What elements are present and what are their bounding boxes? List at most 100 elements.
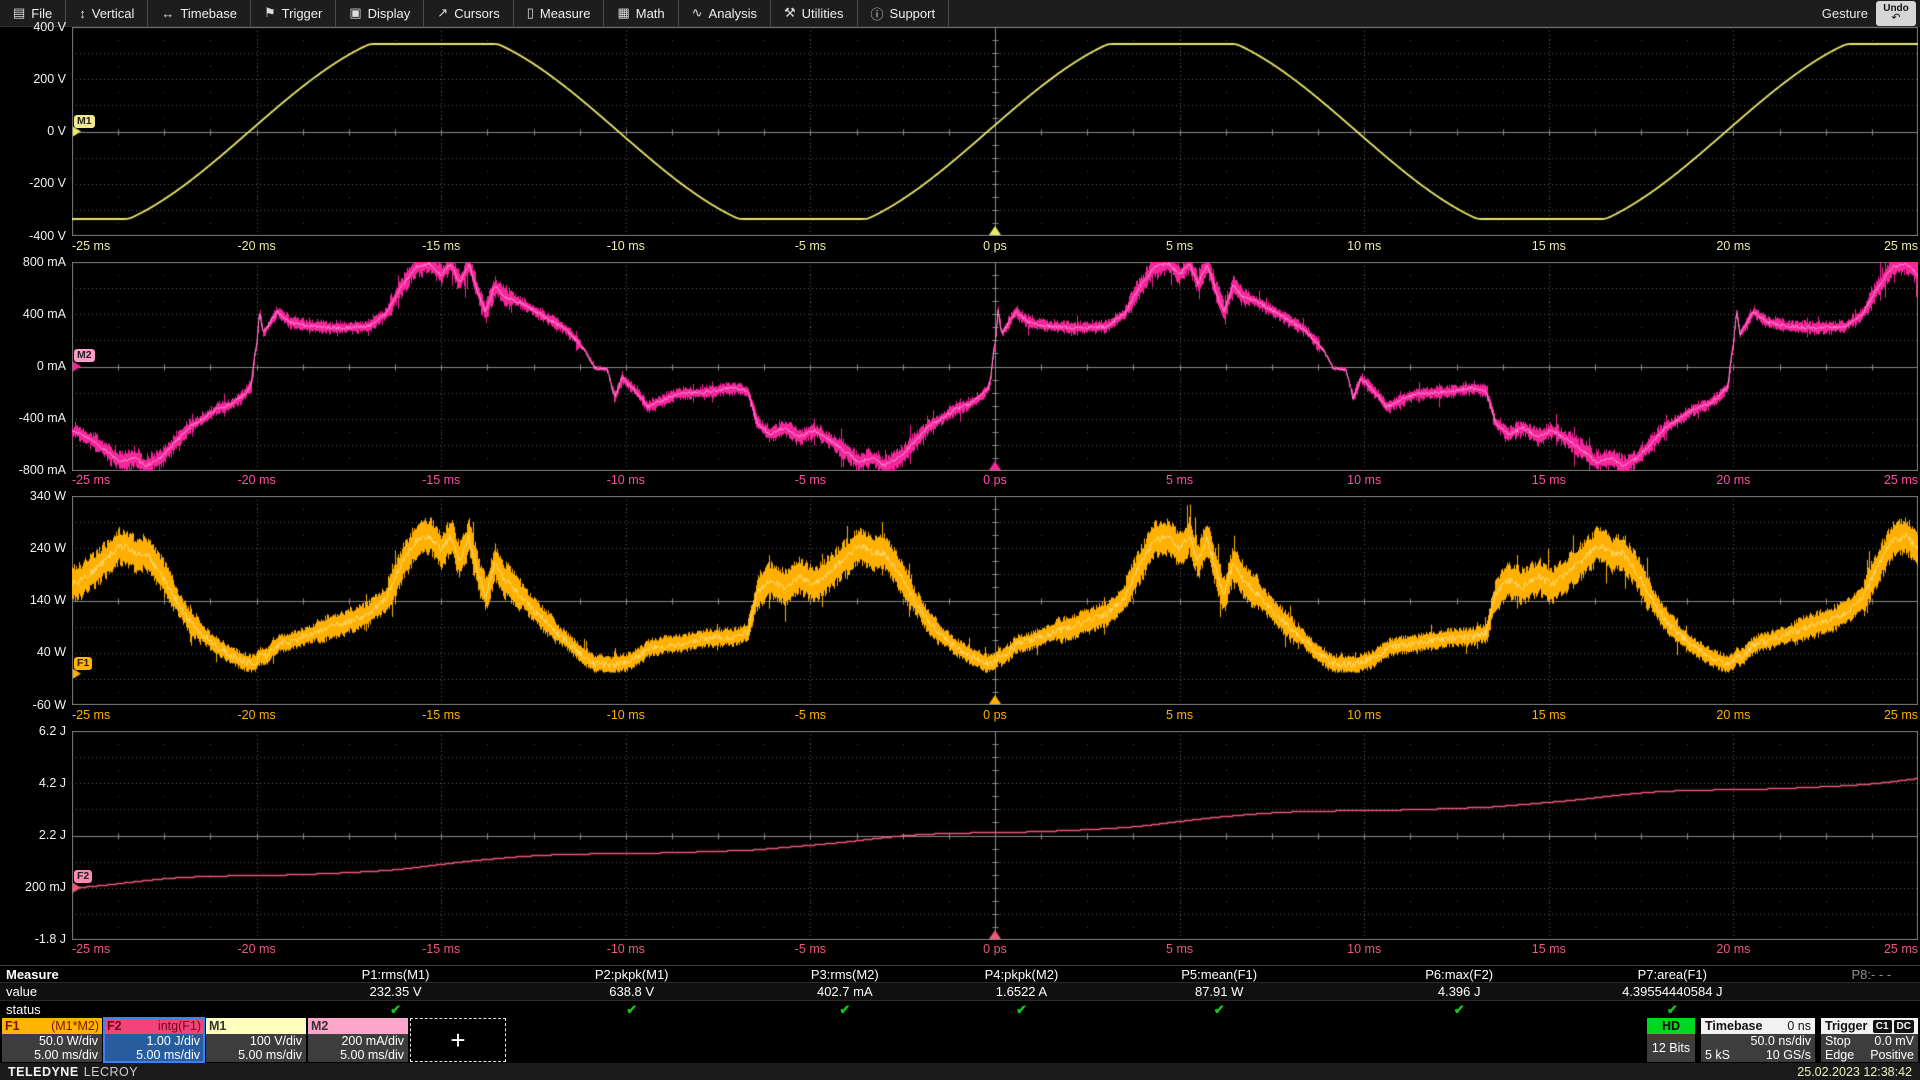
zero-level-badge-m2[interactable]: M2 xyxy=(74,349,95,362)
menu-item-vertical[interactable]: ↕Vertical xyxy=(66,0,148,26)
measure-param-label[interactable]: P2:pkpk(M1) xyxy=(595,967,669,982)
menu-item-measure[interactable]: ▯Measure xyxy=(514,0,605,26)
menu-bar: ▤File↕Vertical↔Timebase⚑Trigger▣Display↗… xyxy=(0,0,1920,27)
descriptor-source: intg(F1) xyxy=(158,1018,201,1034)
measure-param-label[interactable]: P1:rms(M1) xyxy=(362,967,430,982)
acquisition-hd-box[interactable]: HD12 Bits xyxy=(1647,1018,1695,1062)
menu-item-utilities[interactable]: ⚒Utilities xyxy=(771,0,858,26)
time-axis-label: -15 ms xyxy=(422,473,460,487)
measure-row-label-measure: Measure xyxy=(6,967,59,982)
trace-descriptor-m1[interactable]: M1100 V/div5.00 ms/div xyxy=(206,1018,306,1062)
zero-level-badge-f1[interactable]: F1 xyxy=(74,657,92,670)
trigger-box[interactable]: TriggerC1DCStop0.0 mVEdgePositive xyxy=(1821,1018,1918,1062)
time-axis-label: -5 ms xyxy=(795,473,826,487)
descriptor-vdiv: 1.00 J/div xyxy=(108,1034,200,1048)
measure-param-value: 1.6522 A xyxy=(996,984,1047,999)
hd-badge: HD xyxy=(1647,1018,1695,1034)
y-axis-label: 2.2 J xyxy=(39,828,66,842)
zero-level-badge-f2[interactable]: F2 xyxy=(74,870,92,883)
sample-rate: 10 GS/s xyxy=(1766,1048,1811,1062)
time-axis-current: -25 ms-20 ms-15 ms-10 ms-5 ms0 ps5 ms10 … xyxy=(0,470,1920,496)
menu-item-label: Display xyxy=(368,6,411,21)
time-axis-label: -5 ms xyxy=(795,942,826,956)
plot-area-power[interactable]: F1 xyxy=(72,496,1918,705)
measure-param-value: 232.35 V xyxy=(369,984,421,999)
trigger-body: Stop0.0 mVEdgePositive xyxy=(1821,1034,1918,1062)
timebase-line1: 50.0 ns/div xyxy=(1705,1034,1811,1048)
time-axis-label: -15 ms xyxy=(422,708,460,722)
time-axis-label: 15 ms xyxy=(1532,239,1566,253)
menu-item-math[interactable]: ▦Math xyxy=(604,0,678,26)
panel-group-current: 800 mA400 mA0 mA-400 mA-800 mAM2-25 ms-2… xyxy=(0,262,1920,497)
menu-item-label: Cursors xyxy=(454,6,500,21)
menu-item-trigger[interactable]: ⚑Trigger xyxy=(251,0,336,26)
menu-item-timebase[interactable]: ↔Timebase xyxy=(148,0,251,26)
menu-item-label: Timebase xyxy=(180,6,237,21)
plot-area-voltage[interactable]: M1 xyxy=(72,27,1918,236)
y-axis-label: 200 V xyxy=(33,72,66,86)
measure-param-label[interactable]: P6:max(F2) xyxy=(1425,967,1493,982)
measure-param-label[interactable]: P8:- - - xyxy=(1851,967,1891,982)
waveform-canvas-energy[interactable] xyxy=(72,731,1918,940)
y-axis-label: 240 W xyxy=(30,541,66,555)
trigger-line2: EdgePositive xyxy=(1825,1048,1914,1062)
y-axis-labels-power: 340 W240 W140 W40 W-60 W xyxy=(0,496,72,705)
hd-bits: 12 Bits xyxy=(1647,1034,1695,1062)
panel-voltage: 400 V200 V0 V-200 V-400 VM1 xyxy=(0,27,1920,236)
menu-item-display[interactable]: ▣Display xyxy=(336,0,424,26)
menu-item-analysis[interactable]: ∿Analysis xyxy=(679,0,771,26)
timebase-box[interactable]: Timebase0 ns50.0 ns/div5 kS10 GS/s xyxy=(1701,1018,1815,1062)
undo-button[interactable]: Undo↶ xyxy=(1876,1,1916,26)
descriptor-source: (M1*M2) xyxy=(51,1018,99,1034)
waveform-canvas-current[interactable] xyxy=(72,262,1918,471)
plot-area-current[interactable]: M2 xyxy=(72,262,1918,471)
trace-descriptor-row: F1(M1*M2)50.0 W/div5.00 ms/divF2intg(F1)… xyxy=(0,1017,1920,1063)
time-axis-label: 0 ps xyxy=(983,473,1007,487)
measure-table: Measure P1:rms(M1) P2:pkpk(M1) P3:rms(M2) P4… xyxy=(0,965,1920,1017)
time-axis-label: 20 ms xyxy=(1716,942,1750,956)
measure-status-row: status✔✔✔✔✔✔✔ xyxy=(0,1001,1920,1017)
menu-item-label: Math xyxy=(636,6,665,21)
trigger-type: Edge xyxy=(1825,1048,1854,1062)
descriptor-vdiv: 200 mA/div xyxy=(312,1034,404,1048)
descriptor-body: 200 mA/div5.00 ms/div xyxy=(308,1034,408,1062)
trigger-header: TriggerC1DC xyxy=(1821,1018,1918,1034)
time-axis-label: 0 ps xyxy=(983,942,1007,956)
zero-level-badge-m1[interactable]: M1 xyxy=(74,115,95,128)
time-axis-label: 25 ms xyxy=(1884,473,1918,487)
oscilloscope-app: ▤File↕Vertical↔Timebase⚑Trigger▣Display↗… xyxy=(0,0,1920,1080)
trace-descriptor-m2[interactable]: M2200 mA/div5.00 ms/div xyxy=(308,1018,408,1062)
time-axis-label: -5 ms xyxy=(795,239,826,253)
time-axis-label: -20 ms xyxy=(237,708,275,722)
y-axis-label: 800 mA xyxy=(23,255,66,269)
menu-item-label: Utilities xyxy=(802,6,844,21)
cursors-icon: ↗ xyxy=(437,5,448,21)
menu-item-cursors[interactable]: ↗ Cursors xyxy=(424,0,513,26)
menu-item-support[interactable]: ⓘSupport xyxy=(858,0,950,26)
measure-icon: ▯ xyxy=(527,5,534,21)
time-axis-label: 10 ms xyxy=(1347,942,1381,956)
timebase-offset: 0 ns xyxy=(1787,1019,1811,1033)
measure-param-label[interactable]: P7:area(F1) xyxy=(1638,967,1707,982)
measure-status-check-icon: ✔ xyxy=(626,1002,637,1018)
measure-param-label[interactable]: P3:rms(M2) xyxy=(811,967,879,982)
time-axis-label: -10 ms xyxy=(607,239,645,253)
gesture-label: Gesture xyxy=(1822,6,1868,21)
timebase-header: Timebase0 ns xyxy=(1701,1018,1815,1034)
measure-param-label[interactable]: P5:mean(F1) xyxy=(1181,967,1257,982)
trace-descriptor-f2[interactable]: F2intg(F1)1.00 J/div5.00 ms/div xyxy=(104,1018,204,1062)
measure-param-label[interactable]: P4:pkpk(M2) xyxy=(985,967,1059,982)
descriptor-header: F2intg(F1) xyxy=(104,1018,204,1034)
panel-group-voltage: 400 V200 V0 V-200 V-400 VM1-25 ms-20 ms-… xyxy=(0,27,1920,262)
time-axis-energy: -25 ms-20 ms-15 ms-10 ms-5 ms0 ps5 ms10 … xyxy=(0,939,1920,965)
time-axis-label: 25 ms xyxy=(1884,708,1918,722)
add-trace-button[interactable]: + xyxy=(410,1018,506,1062)
y-axis-labels-energy: 6.2 J4.2 J2.2 J200 mJ-1.8 J xyxy=(0,731,72,940)
trace-descriptor-f1[interactable]: F1(M1*M2)50.0 W/div5.00 ms/div xyxy=(2,1018,102,1062)
waveform-canvas-voltage[interactable] xyxy=(72,27,1918,236)
time-axis-label: -10 ms xyxy=(607,473,645,487)
time-axis-label: 5 ms xyxy=(1166,708,1193,722)
waveform-canvas-power[interactable] xyxy=(72,496,1918,705)
y-axis-label: -200 V xyxy=(29,176,66,190)
plot-area-energy[interactable]: F2 xyxy=(72,731,1918,940)
